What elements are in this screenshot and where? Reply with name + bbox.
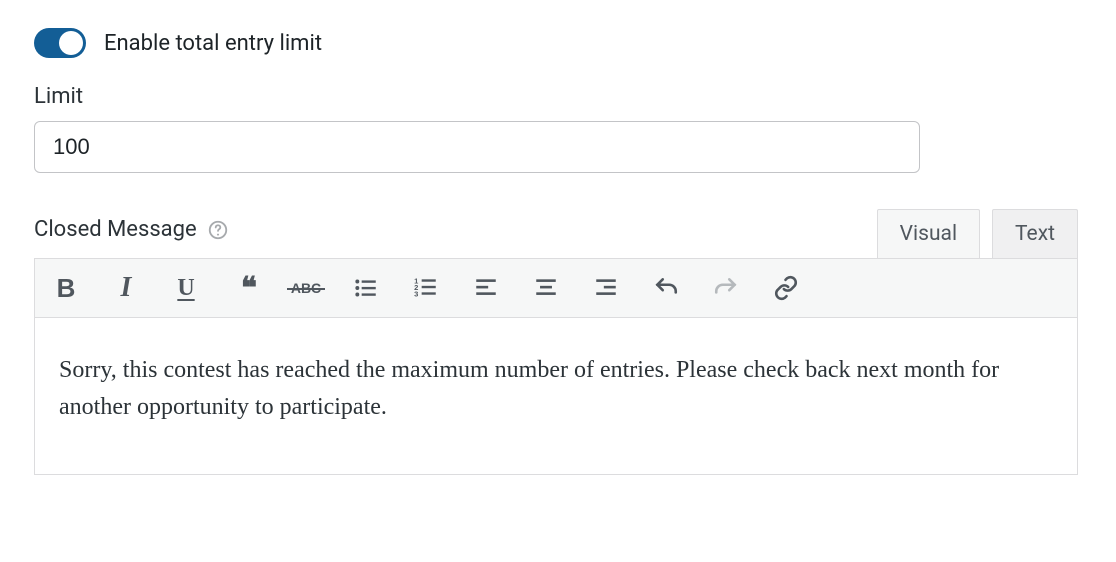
bulleted-list-icon[interactable]: [349, 271, 383, 305]
enable-entry-limit-toggle[interactable]: [34, 28, 86, 58]
limit-input[interactable]: [34, 121, 920, 173]
align-right-icon[interactable]: [589, 271, 623, 305]
toggle-knob: [59, 31, 83, 55]
bold-icon[interactable]: B: [49, 271, 83, 305]
help-icon[interactable]: [207, 219, 229, 241]
editor-content[interactable]: Sorry, this contest has reached the maxi…: [34, 318, 1078, 475]
italic-icon[interactable]: I: [109, 271, 143, 305]
tab-visual[interactable]: Visual: [877, 209, 980, 258]
limit-label: Limit: [34, 84, 1082, 109]
numbered-list-icon[interactable]: 123: [409, 271, 443, 305]
tab-text[interactable]: Text: [992, 209, 1078, 258]
editor-toolbar: B I U ❝ ABC 123: [34, 258, 1078, 318]
undo-icon[interactable]: [649, 271, 683, 305]
closed-message-label: Closed Message: [34, 217, 197, 242]
svg-text:3: 3: [414, 290, 418, 299]
blockquote-icon[interactable]: ❝: [229, 271, 263, 305]
link-icon[interactable]: [769, 271, 803, 305]
align-center-icon[interactable]: [529, 271, 563, 305]
closed-message-text: Sorry, this contest has reached the maxi…: [59, 352, 1053, 426]
strikethrough-icon[interactable]: ABC: [289, 271, 323, 305]
enable-entry-limit-label: Enable total entry limit: [104, 31, 322, 56]
underline-icon[interactable]: U: [169, 271, 203, 305]
redo-icon[interactable]: [709, 271, 743, 305]
align-left-icon[interactable]: [469, 271, 503, 305]
